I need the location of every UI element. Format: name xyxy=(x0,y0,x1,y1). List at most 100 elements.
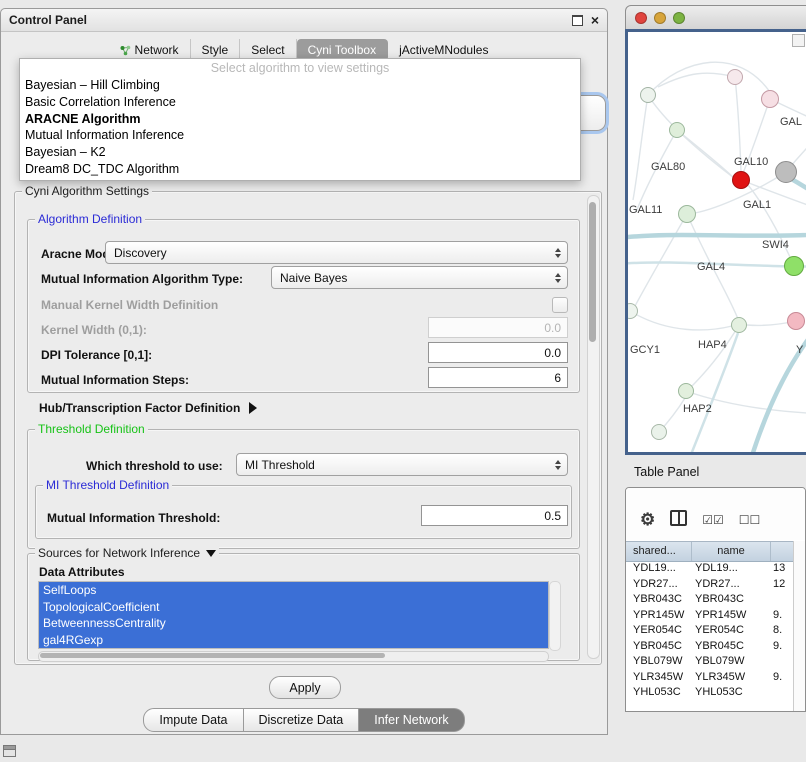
attributes-hscrollbar[interactable] xyxy=(38,651,549,662)
attribute-item[interactable]: gal4RGexp xyxy=(39,632,548,649)
column-header[interactable]: name xyxy=(692,542,771,561)
clear-all-checkboxes-icon[interactable]: ☐☐ xyxy=(739,513,761,527)
column-header[interactable] xyxy=(771,542,794,561)
attribute-item[interactable]: BetweennessCentrality xyxy=(39,615,548,632)
bottom-tab-infer-network[interactable]: Infer Network xyxy=(359,708,464,732)
table-row[interactable]: YBL079WYBL079W xyxy=(626,654,794,670)
table-cell: YER054C xyxy=(626,623,692,639)
minimized-panel-icon[interactable] xyxy=(3,745,16,757)
tab-label: Network xyxy=(135,43,179,57)
attribute-item[interactable]: SelfLoops xyxy=(39,582,548,599)
network-window-titlebar[interactable] xyxy=(625,5,806,29)
table-row[interactable]: YDL19...YDL19...13 xyxy=(626,561,794,577)
expand-arrow-icon xyxy=(249,402,257,414)
attribute-item[interactable]: TopologicalCoefficient xyxy=(39,599,548,616)
dropdown-placeholder: Select algorithm to view settings xyxy=(20,60,580,77)
zoom-traffic-light-icon[interactable] xyxy=(673,12,685,24)
columns-icon[interactable] xyxy=(670,510,687,531)
minimize-traffic-light-icon[interactable] xyxy=(654,12,666,24)
aracne-mode-select[interactable]: Discovery xyxy=(105,241,568,264)
algorithm-option[interactable]: Mutual Information Inference xyxy=(20,127,580,144)
close-icon[interactable]: × xyxy=(591,13,599,27)
network-node[interactable] xyxy=(640,87,656,103)
node-label: HAP4 xyxy=(698,339,727,351)
network-node[interactable] xyxy=(731,317,747,333)
network-node[interactable] xyxy=(775,161,797,183)
mi-steps-value: 6 xyxy=(554,371,561,385)
mi-threshold-value: 0.5 xyxy=(544,509,561,523)
table-row[interactable]: YLR345WYLR345W9. xyxy=(626,670,794,686)
table-row[interactable]: YER054CYER054C8. xyxy=(626,623,794,639)
network-icon xyxy=(120,45,131,56)
scrollbar-thumb[interactable] xyxy=(589,202,596,342)
network-view-window: GALGAL80GAL10GAL11GAL1SWI4GAL4GCY1HAP4YH… xyxy=(625,5,806,455)
float-window-icon[interactable] xyxy=(572,15,583,26)
network-node[interactable] xyxy=(727,69,743,85)
settings-scrollbar[interactable] xyxy=(587,195,600,659)
table-row[interactable]: YHL053CYHL053C xyxy=(626,685,794,701)
column-header[interactable]: shared... xyxy=(626,542,692,561)
mi-threshold-label: Mutual Information Threshold: xyxy=(47,511,220,525)
table-row[interactable]: YBR043CYBR043C xyxy=(626,592,794,608)
table-cell: YDR27... xyxy=(692,577,771,593)
table-cell: 13 xyxy=(771,561,794,577)
select-all-checkboxes-icon[interactable]: ☑☑ xyxy=(702,513,724,527)
table-cell: YLR345W xyxy=(626,670,692,686)
table-cell: YDR27... xyxy=(626,577,692,593)
algorithm-option[interactable]: Bayesian – K2 xyxy=(20,144,580,161)
which-threshold-label: Which threshold to use: xyxy=(86,459,223,473)
mi-type-value: Naive Bayes xyxy=(280,271,347,285)
network-node[interactable] xyxy=(787,312,805,330)
mi-type-select[interactable]: Naive Bayes xyxy=(271,266,568,289)
node-label: GAL10 xyxy=(734,156,768,168)
table-cell: YBR043C xyxy=(626,592,692,608)
algorithm-option[interactable]: Bayesian – Hill Climbing xyxy=(20,77,580,94)
table-cell xyxy=(771,592,794,608)
which-threshold-value: MI Threshold xyxy=(245,458,315,472)
table-cell: YBR045C xyxy=(626,639,692,655)
table-row[interactable]: YDR27...YDR27...12 xyxy=(626,577,794,593)
network-node[interactable] xyxy=(625,303,638,319)
network-node[interactable] xyxy=(732,171,750,189)
network-node[interactable] xyxy=(761,90,779,108)
table-toolbar: ⚙ ☑☑ ☐☐ xyxy=(626,488,805,540)
node-label: GAL xyxy=(780,116,802,128)
table-row[interactable]: YPR145WYPR145W9. xyxy=(626,608,794,624)
algorithm-option[interactable]: Dream8 DC_TDC Algorithm xyxy=(20,161,580,178)
algorithm-option[interactable]: Basic Correlation Inference xyxy=(20,94,580,111)
table-cell xyxy=(771,685,794,701)
tab-label: Style xyxy=(202,43,229,57)
close-traffic-light-icon[interactable] xyxy=(635,12,647,24)
table-cell: YBR045C xyxy=(692,639,771,655)
manual-kernel-checkbox[interactable] xyxy=(552,297,568,313)
tab-label: Cyni Toolbox xyxy=(308,43,376,57)
network-node[interactable] xyxy=(678,383,694,399)
table-cell: YDL19... xyxy=(626,561,692,577)
which-threshold-select[interactable]: MI Threshold xyxy=(236,453,568,476)
bottom-tab-impute-data[interactable]: Impute Data xyxy=(143,708,243,732)
mi-steps-field[interactable]: 6 xyxy=(428,367,568,388)
dpi-tolerance-field[interactable]: 0.0 xyxy=(428,342,568,363)
settings-gear-icon[interactable]: ⚙ xyxy=(640,510,655,530)
apply-button[interactable]: Apply xyxy=(269,676,341,699)
network-node[interactable] xyxy=(784,256,804,276)
table-row[interactable]: YBR045CYBR045C9. xyxy=(626,639,794,655)
node-label: HAP2 xyxy=(683,403,712,415)
table-scrollbar[interactable] xyxy=(793,541,805,711)
network-node[interactable] xyxy=(669,122,685,138)
aracne-mode-value: Discovery xyxy=(114,246,167,260)
network-node[interactable] xyxy=(678,205,696,223)
table-body: YDL19...YDL19...13YDR27...YDR27...12YBR0… xyxy=(626,561,794,711)
bottom-tab-discretize-data[interactable]: Discretize Data xyxy=(244,708,360,732)
mi-steps-label: Mutual Information Steps: xyxy=(41,373,189,387)
network-node[interactable] xyxy=(651,424,667,440)
collapse-arrow-icon[interactable] xyxy=(206,550,216,557)
table-cell xyxy=(771,654,794,670)
algorithm-option[interactable]: ARACNE Algorithm xyxy=(20,111,580,128)
network-canvas[interactable]: GALGAL80GAL10GAL11GAL1SWI4GAL4GCY1HAP4YH… xyxy=(625,29,806,455)
attributes-list[interactable]: SelfLoopsTopologicalCoefficientBetweenne… xyxy=(38,581,549,649)
hub-section-toggle[interactable]: Hub/Transcription Factor Definition xyxy=(39,401,257,415)
table-cell: 12 xyxy=(771,577,794,593)
mi-threshold-field[interactable]: 0.5 xyxy=(421,505,568,526)
attributes-list-scrollbar[interactable] xyxy=(549,581,561,651)
